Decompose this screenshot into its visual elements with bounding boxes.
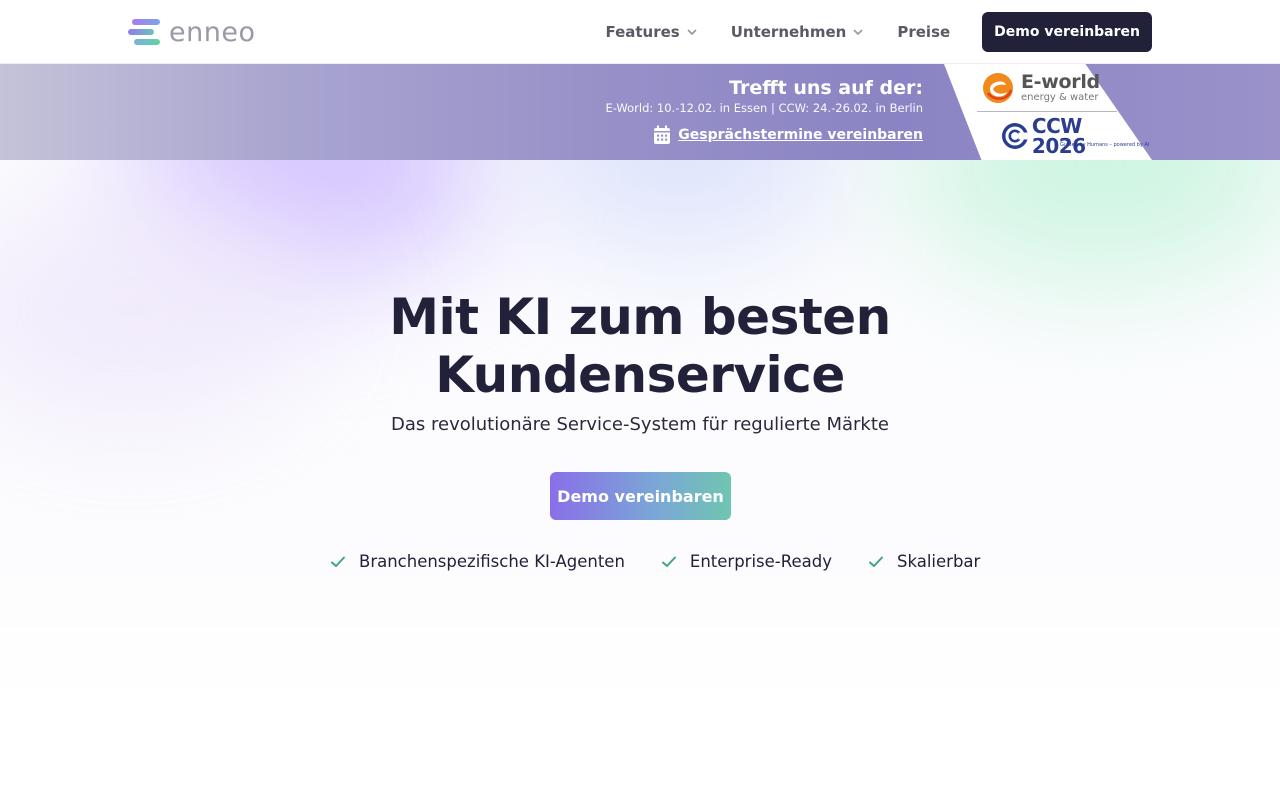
feature-label: Enterprise-Ready xyxy=(689,552,832,571)
feature-item: Branchenspezifische KI-Agenten xyxy=(330,552,625,571)
ccw-logo: CCW 2026 Guided by Humans – powered by A… xyxy=(1002,114,1149,158)
check-icon xyxy=(331,556,345,567)
nav-features[interactable]: Features xyxy=(605,23,697,41)
hero-title-line-2: Kundenservice xyxy=(435,346,845,404)
hero-section: Mit KI zum besten Kundenservice Das revo… xyxy=(0,160,1280,800)
header-demo-button[interactable]: Demo vereinbaren xyxy=(982,12,1152,52)
chevron-down-icon xyxy=(687,29,697,35)
feature-label: Skalierbar xyxy=(896,552,981,571)
feature-item: Enterprise-Ready xyxy=(661,552,832,571)
logo-mark-icon xyxy=(128,19,160,45)
banner-text: Trefft uns auf der: E-World: 10.-12.02. … xyxy=(605,76,923,145)
hero-bg-blue-glow xyxy=(520,160,840,250)
check-icon xyxy=(661,556,676,567)
banner-title: Trefft uns auf der: xyxy=(729,77,923,99)
hero-subtitle: Das revolutionäre Service-System für reg… xyxy=(391,414,889,435)
feature-item: Skalierbar xyxy=(868,552,980,571)
hero-title-line-1: Mit KI zum besten xyxy=(389,288,891,346)
feature-label: Branchenspezifische KI-Agenten xyxy=(359,552,625,571)
banner-appointment-link[interactable]: Gesprächstermine vereinbaren xyxy=(605,125,923,145)
hero-title: Mit KI zum besten Kundenservice xyxy=(340,288,940,404)
nav-features-label: Features xyxy=(605,23,680,41)
nav-pricing-label: Preise xyxy=(897,23,951,41)
banner-subtitle: E-World: 10.-12.02. in Essen | CCW: 24.-… xyxy=(605,101,923,115)
ccw-tagline: Guided by Humans – powered by AI xyxy=(1060,142,1150,148)
hero-bg-green-glow xyxy=(900,160,1280,280)
ccw-logo-icon xyxy=(1002,123,1028,149)
eworld-logo-icon xyxy=(983,73,1013,103)
event-logos: E-world energy & water CCW 2026 Guided b… xyxy=(977,64,1149,160)
nav-company-label: Unternehmen xyxy=(730,23,847,41)
eworld-subtitle: energy & water xyxy=(1021,92,1099,103)
feature-list: Branchenspezifische KI-Agenten Enterpris… xyxy=(330,552,1016,571)
logo[interactable]: enneo xyxy=(128,16,256,48)
eworld-title: E-world xyxy=(1021,71,1100,93)
ccw-title: CCW 2026 xyxy=(1031,114,1086,158)
main-nav: Features Unternehmen Preise Demo vereinb… xyxy=(572,12,1152,52)
hero-fade xyxy=(0,540,1280,800)
banner-link-label: Gesprächstermine vereinbaren xyxy=(678,127,923,143)
eworld-logo: E-world energy & water xyxy=(981,71,1100,105)
check-icon xyxy=(868,556,883,567)
nav-company[interactable]: Unternehmen xyxy=(731,23,865,41)
event-banner: Trefft uns auf der: E-World: 10.-12.02. … xyxy=(0,64,1280,160)
hero-demo-button[interactable]: Demo vereinbaren xyxy=(550,472,731,520)
calendar-icon xyxy=(654,125,671,144)
nav-pricing[interactable]: Preise xyxy=(897,23,950,41)
badge-divider xyxy=(977,111,1117,112)
logo-text: enneo xyxy=(169,16,256,48)
chevron-down-icon xyxy=(853,29,863,35)
site-header: enneo Features Unternehmen Preise Demo v… xyxy=(0,0,1280,64)
